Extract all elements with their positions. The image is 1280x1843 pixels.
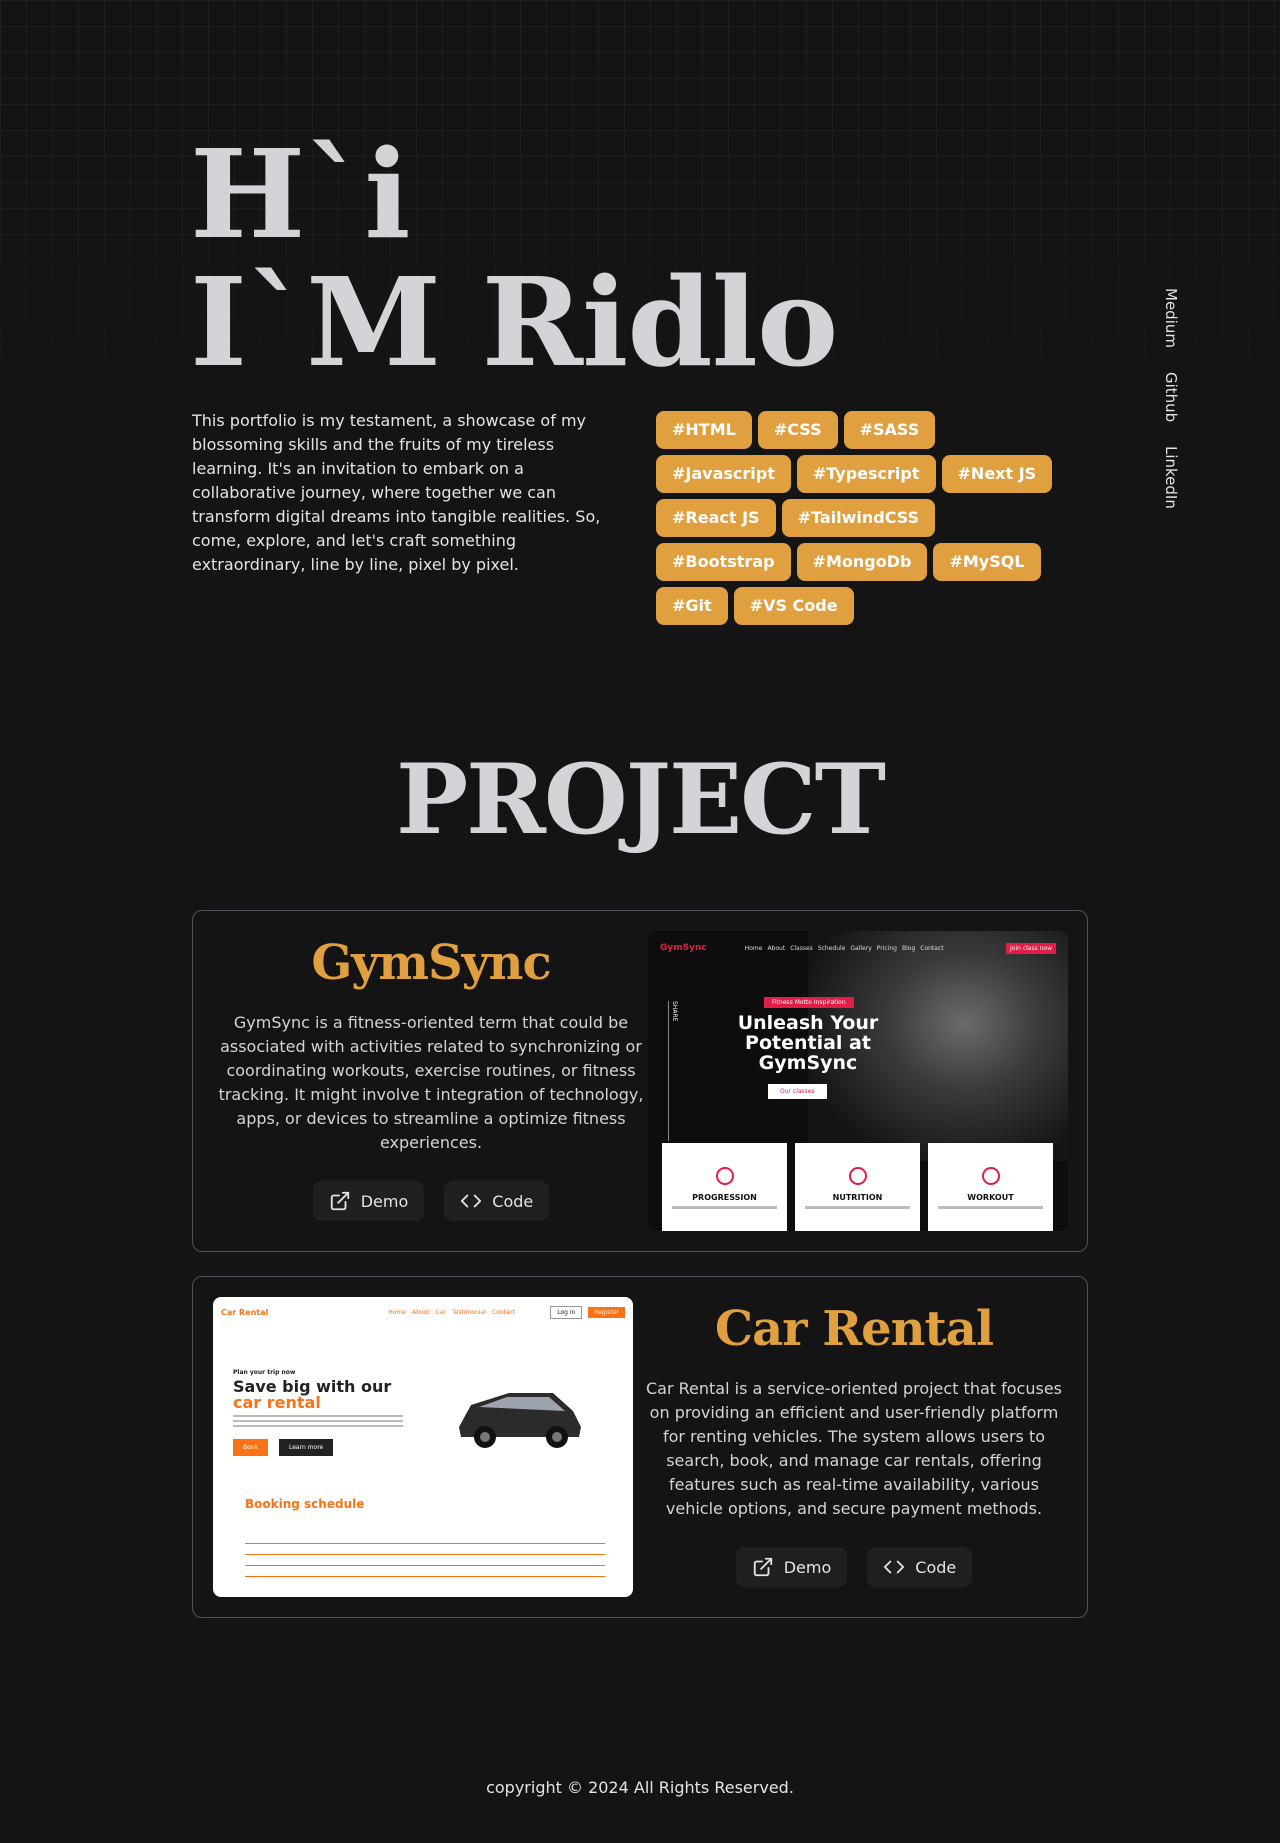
tag-reactjs: #React JS [656, 499, 776, 537]
preview-headline-accent: car rental [233, 1393, 321, 1412]
project-description: Car Rental is a service-oriented project… [646, 1379, 1062, 1518]
gymsync-preview-image: GymSync Home About Classes Schedule Gall… [648, 931, 1068, 1231]
tag-bootstrap: #Bootstrap [656, 543, 791, 581]
code-label: Code [915, 1557, 957, 1577]
social-links: Medium Github LinkedIn [1162, 288, 1180, 509]
preview-navbar: Car Rental Home About Car Testimonial Co… [213, 1297, 633, 1327]
project-info: Car Rental Car Rental is a service-orien… [638, 1299, 1070, 1587]
preview-nav-item: About [767, 944, 786, 952]
preview-nav-item: Contact [491, 1308, 516, 1316]
preview-nav-item: Home [744, 944, 763, 952]
preview-nav-item: Schedule [817, 944, 846, 952]
preview-headline: Unleash Your Potential at GymSync [737, 1012, 879, 1074]
preview-share-label: SHARE [671, 1001, 678, 1022]
project-info: GymSync GymSync is a fitness-oriented te… [215, 933, 647, 1221]
preview-card-title: WORKOUT [967, 1193, 1014, 1202]
preview-headline: Save big with our car rental [233, 1379, 403, 1411]
tag-vscode: #VS Code [733, 587, 854, 625]
preview-card-title: PROGRESSION [692, 1193, 757, 1202]
demo-label: Demo [360, 1191, 409, 1211]
tag-mongodb: #MongoDb [796, 543, 928, 581]
progression-icon [715, 1167, 734, 1185]
demo-button[interactable]: Demo [312, 1181, 425, 1221]
code-icon [461, 1194, 482, 1208]
tag-css: #CSS [757, 411, 838, 449]
workout-icon [981, 1167, 1000, 1185]
car-icon [459, 1393, 581, 1448]
preview-nav-item: Gallery [850, 944, 872, 952]
skill-tags: #HTML #CSS #SASS #Javascript #Typescript… [656, 411, 1066, 625]
tag-sass: #SASS [843, 411, 936, 449]
car-rental-preview-image: Car Rental Home About Car Testimonial Co… [213, 1297, 633, 1597]
preview-brand: Car Rental [221, 1307, 269, 1317]
tag-html: #HTML [656, 411, 752, 449]
preview-card: WORKOUT [928, 1143, 1053, 1231]
code-button[interactable]: Code [444, 1181, 550, 1221]
preview-book-button: Book [233, 1439, 268, 1456]
code-icon [884, 1560, 905, 1574]
demo-button[interactable]: Demo [735, 1547, 848, 1587]
copyright-text: copyright © 2024 All Rights Reserved. [486, 1778, 794, 1797]
external-link-icon [330, 1191, 349, 1211]
demo-label: Demo [783, 1557, 832, 1577]
tag-nextjs: #Next JS [941, 455, 1053, 493]
hero-line-2: I`M Ridlo [190, 250, 838, 394]
preview-nav-item: Home [388, 1308, 406, 1316]
preview-cta: Our classes [768, 1084, 827, 1099]
tag-javascript: #Javascript [656, 455, 791, 493]
tag-typescript: #Typescript [796, 455, 936, 493]
preview-login: Log in [550, 1305, 583, 1319]
project-description: GymSync is a fitness-oriented term that … [218, 1013, 644, 1152]
preview-feature-cards: PROGRESSION NUTRITION WORKOUT [662, 1143, 1053, 1231]
preview-paragraph [233, 1415, 403, 1427]
preview-share-bar: SHARE [668, 1001, 678, 1141]
preview-nav-item: Contact [920, 944, 944, 952]
preview-nav-item: Classes [790, 944, 813, 952]
project-title: GymSync [311, 935, 551, 991]
hero-title: H`i I`M Ridlo [190, 122, 838, 394]
preview-badge: Fitness Motto Inspiration [764, 997, 854, 1008]
footer: copyright © 2024 All Rights Reserved. [0, 1778, 1280, 1797]
tag-git: #Git [656, 587, 728, 625]
preview-nav-item: Blog [902, 944, 916, 952]
tag-tailwindcss: #TailwindCSS [781, 499, 936, 537]
github-link[interactable]: Github [1162, 372, 1180, 422]
preview-nav-item: Car [435, 1308, 447, 1316]
project-actions: Demo Code [215, 1181, 647, 1221]
preview-nav-item: About [411, 1308, 430, 1316]
code-button[interactable]: Code [867, 1547, 973, 1587]
project-card-car-rental: Car Rental Home About Car Testimonial Co… [192, 1276, 1088, 1618]
preview-card: PROGRESSION [662, 1143, 787, 1231]
project-actions: Demo Code [638, 1547, 1070, 1587]
project-section-title: PROJECT [395, 743, 886, 856]
project-title: Car Rental [714, 1301, 994, 1357]
preview-learn-button: Learn more [279, 1439, 334, 1456]
preview-register: Register [588, 1306, 625, 1318]
linkedin-link[interactable]: LinkedIn [1162, 446, 1180, 509]
hero-line-1: H`i [190, 122, 411, 266]
preview-card: NUTRITION [795, 1143, 920, 1231]
intro-paragraph: This portfolio is my testament, a showca… [192, 411, 601, 574]
preview-booking-form: Booking schedule [245, 1497, 605, 1583]
preview-navbar: GymSync Home About Classes Schedule Gall… [648, 931, 1068, 965]
medium-link[interactable]: Medium [1162, 288, 1180, 348]
preview-booking-title: Booking schedule [245, 1497, 365, 1511]
nutrition-icon [848, 1167, 867, 1185]
code-label: Code [492, 1191, 534, 1211]
preview-nav-item: Testimonial [452, 1308, 486, 1316]
project-card-gymsync: GymSync GymSync is a fitness-oriented te… [192, 910, 1088, 1252]
preview-tagline: Plan your trip now [233, 1369, 296, 1376]
preview-join-button: Join class now [1006, 942, 1056, 954]
preview-logo: GymSync [660, 943, 707, 953]
tag-mysql: #MySQL [933, 543, 1041, 581]
external-link-icon [753, 1557, 772, 1577]
preview-card-title: NUTRITION [832, 1193, 883, 1202]
preview-nav-item: Pricing [876, 944, 897, 952]
